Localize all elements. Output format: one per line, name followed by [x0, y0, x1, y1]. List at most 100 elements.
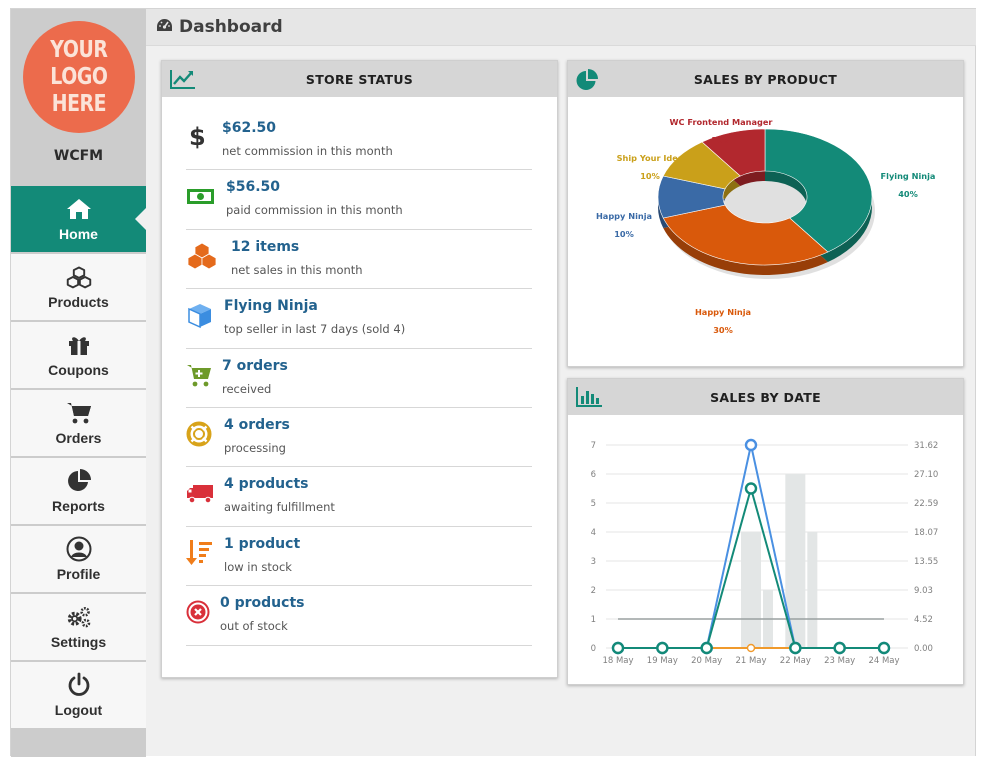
status-desc: net commission in this month	[222, 144, 393, 158]
times-circle-icon	[186, 598, 214, 626]
pie-chart-icon	[66, 468, 92, 494]
y2-tick-label: 13.55	[914, 557, 938, 567]
series-point	[746, 643, 756, 653]
status-value: 12 items	[231, 238, 300, 255]
sidebar-item-settings[interactable]: Settings	[11, 594, 146, 660]
pie-percent-label: 30%	[713, 325, 733, 335]
x-tick-label: 24 May	[868, 656, 899, 666]
line-chart-icon	[170, 69, 196, 89]
panel-title: SALES BY DATE	[710, 389, 821, 405]
pie-label: Ship Your Idea	[617, 153, 684, 163]
sidebar-item-label: Profile	[56, 566, 101, 582]
panel-title: STORE STATUS	[305, 71, 414, 87]
series-point	[656, 641, 669, 655]
sidebar-item-label: Coupons	[48, 362, 109, 378]
series-point	[877, 641, 891, 655]
sidebar: YOUR LOGO HERE WCFM Home Products Coupon…	[11, 9, 147, 757]
x-tick-label: 21 May	[735, 656, 766, 666]
series-point	[611, 641, 625, 655]
y-tick-label: 0	[591, 644, 596, 654]
sidebar-item-label: Logout	[54, 702, 103, 718]
sidebar-item-products[interactable]: Products	[11, 254, 146, 320]
status-desc: received	[222, 381, 272, 396]
sidebar-item-coupons[interactable]: Coupons	[11, 322, 146, 388]
y2-tick-label: 0.00	[914, 644, 933, 654]
status-desc: out of stock	[220, 619, 288, 634]
status-value: 4 products	[224, 476, 309, 493]
page-header: Dashboard	[146, 9, 976, 46]
cart-plus-icon	[186, 361, 214, 389]
series-point	[700, 641, 713, 655]
status-desc: top seller in last 7 days (sold 4)	[224, 322, 406, 337]
logo-text: YOUR LOGO HERE	[50, 36, 108, 117]
x-tick-label: 23 May	[824, 656, 855, 666]
status-desc: net sales in this month	[231, 262, 363, 277]
pie-label: WC Frontend Manager	[670, 117, 774, 127]
panel-title: SALES BY PRODUCT	[693, 71, 838, 87]
sidebar-item-orders[interactable]: Orders	[11, 390, 146, 456]
cubes-icon	[66, 264, 92, 290]
sidebar-item-label: Products	[48, 294, 109, 310]
y-tick-label: 6	[591, 470, 596, 480]
panel-header: SALES BY PRODUCT	[568, 61, 963, 97]
pie-label: Happy Ninja	[596, 211, 652, 221]
user-circle-icon	[66, 536, 92, 562]
page-title: Dashboard	[179, 17, 283, 37]
y-tick-label: 5	[591, 499, 596, 509]
sidebar-item-home[interactable]: Home	[11, 186, 147, 252]
pie-percent-label: 10%	[640, 171, 660, 181]
series-point	[833, 641, 846, 655]
home-icon	[66, 196, 92, 222]
series-point	[744, 438, 758, 452]
sidebar-item-reports[interactable]: Reports	[11, 458, 146, 524]
sidebar-item-logout[interactable]: Logout	[11, 662, 146, 728]
store-name: WCFM	[53, 148, 104, 164]
money-bill-icon	[186, 182, 214, 210]
status-value: 4 orders	[224, 416, 290, 433]
power-icon	[66, 672, 92, 698]
pie-label: Flying Ninja	[881, 171, 936, 181]
svg-text:$: $	[189, 123, 206, 151]
status-row-net-sales[interactable]: 12 items net sales in this month	[186, 230, 532, 290]
panel-header: STORE STATUS	[162, 61, 557, 97]
status-value: Flying Ninja	[224, 298, 318, 315]
status-row-orders-received[interactable]: 7 orders received	[186, 349, 532, 408]
bar	[741, 532, 761, 648]
series-point	[744, 482, 758, 495]
status-row-net-commission[interactable]: $ $62.50 net commission in this month	[186, 111, 532, 171]
y-tick-label: 1	[591, 615, 596, 625]
gift-icon	[66, 332, 92, 358]
status-row-paid-commission[interactable]: $56.50 paid commission in this month	[186, 170, 532, 230]
sidebar-item-label: Home	[59, 226, 98, 242]
status-value: 7 orders	[222, 357, 288, 374]
status-desc: low in stock	[224, 559, 292, 574]
status-row-orders-processing[interactable]: 4 orders processing	[186, 408, 532, 468]
x-tick-label: 20 May	[691, 656, 722, 666]
sidebar-item-profile[interactable]: Profile	[11, 526, 146, 592]
sidebar-item-label: Orders	[55, 430, 102, 446]
dashboard-gauge-icon	[156, 18, 173, 37]
y-tick-label: 2	[591, 586, 596, 596]
store-logo[interactable]: YOUR LOGO HERE	[23, 21, 135, 133]
truck-icon	[186, 479, 214, 507]
sidebar-menu: Home Products Coupons Orders Reports Pro…	[11, 186, 147, 730]
sort-amount-icon	[186, 539, 214, 567]
sidebar-item-label: Reports	[52, 498, 105, 514]
pie-label: Happy Ninja	[695, 307, 751, 317]
status-value: 0 products	[220, 595, 305, 612]
status-desc: paid commission in this month	[226, 203, 403, 218]
store-status-list: $ $62.50 net commission in this month $5…	[186, 111, 532, 646]
x-tick-label: 22 May	[780, 656, 811, 666]
status-row-out-of-stock[interactable]: 0 products out of stock	[186, 586, 532, 646]
status-row-awaiting-fulfillment[interactable]: 4 products awaiting fulfillment	[186, 467, 532, 527]
y-tick-label: 7	[591, 441, 596, 451]
y2-tick-label: 18.07	[914, 528, 938, 538]
sales-by-date-chart: 0 0.00 1 4.52 2 9.03 3 13.55 4 18.07 5 22.59 6 27.10 7…	[591, 438, 938, 666]
status-row-top-seller[interactable]: Flying Ninja top seller in last 7 days (…	[186, 289, 532, 349]
y-tick-label: 4	[591, 528, 596, 538]
status-row-low-stock[interactable]: 1 product low in stock	[186, 527, 532, 587]
y2-tick-label: 22.59	[914, 499, 938, 509]
bar	[807, 532, 818, 648]
cube-icon	[186, 301, 214, 329]
lifebuoy-icon	[186, 420, 214, 448]
